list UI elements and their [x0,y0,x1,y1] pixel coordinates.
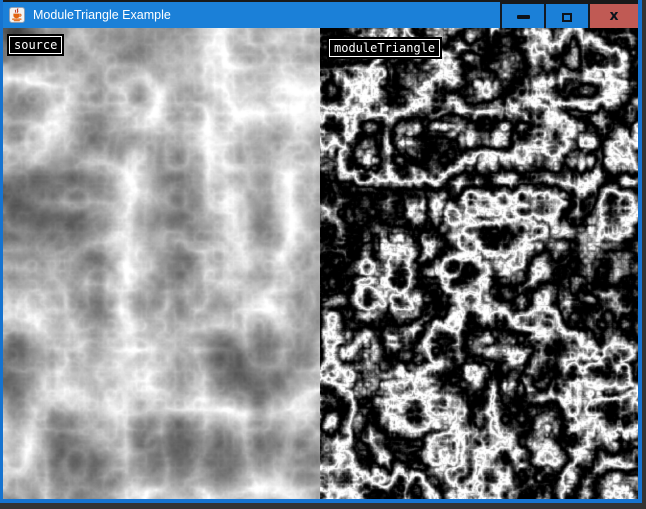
java-coffee-cup-icon [9,7,25,23]
window-title: ModuleTriangle Example [33,2,171,28]
panel-label-module-triangle: moduleTriangle [329,39,440,57]
maximize-icon [562,13,572,22]
titlebar[interactable]: ModuleTriangle Example x [3,0,638,28]
application-window: ModuleTriangle Example x source moduleTr… [0,0,642,503]
minimize-icon [517,15,530,19]
source-noise-canvas [3,28,320,499]
window-controls: x [500,2,638,30]
module-triangle-panel: moduleTriangle [320,28,638,499]
close-button[interactable]: x [588,2,638,30]
content-area: source moduleTriangle [3,28,638,499]
close-icon: x [609,9,618,23]
minimize-button[interactable] [500,2,544,30]
source-panel: source [3,28,320,499]
module-triangle-noise-canvas [320,28,638,499]
maximize-button[interactable] [544,2,588,30]
panel-label-source: source [9,36,62,54]
